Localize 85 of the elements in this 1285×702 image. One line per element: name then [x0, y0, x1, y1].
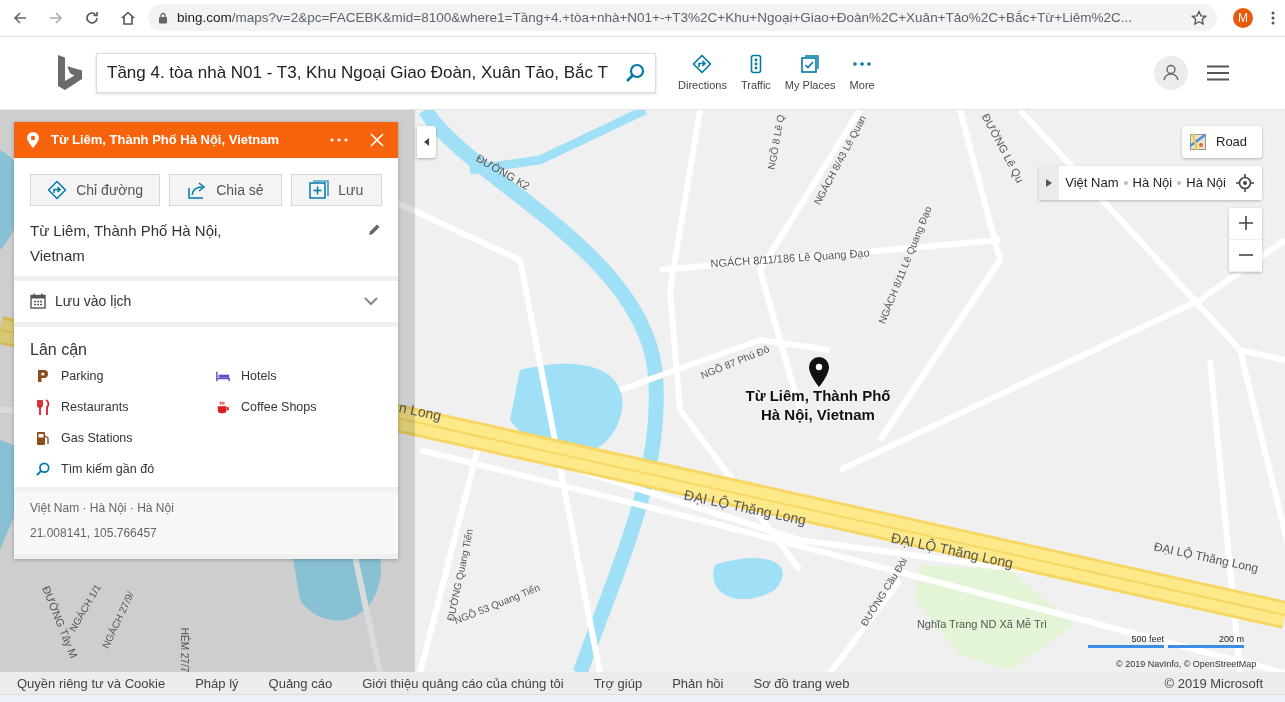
breadcrumb-link[interactable]: Việt Nam: [1065, 175, 1119, 191]
nearby-link[interactable]: Tìm kiếm gần đó: [36, 460, 216, 477]
plus-icon: [1238, 216, 1253, 231]
caret-icon: [1046, 178, 1053, 187]
panel-title: Từ Liêm, Thành Phố Hà Nội, Vietnam: [51, 132, 281, 148]
map-icon: [1190, 133, 1206, 150]
footer-link[interactable]: Sơ đồ trang web: [753, 675, 850, 691]
nearby-link[interactable]: Hotels: [216, 367, 396, 384]
directions-icon: [692, 54, 713, 75]
footer-link[interactable]: Trợ giúp: [593, 675, 643, 691]
location-pin-icon[interactable]: [807, 355, 831, 388]
more-icon[interactable]: [330, 137, 348, 142]
action-button[interactable]: Lưu: [290, 173, 382, 206]
expand-button[interactable]: [1039, 165, 1060, 200]
map-label: NGÁCH 8/11/186 Lê Quang Đạo: [710, 246, 870, 270]
nearby-link[interactable]: Parking: [36, 367, 216, 384]
address-text: Từ Liêm, Thành Phố Hà Nội, Vietnam: [30, 220, 223, 266]
calendar-row[interactable]: Lưu vào lịch: [14, 280, 398, 322]
breadcrumb-link[interactable]: Hà Nội: [1132, 175, 1173, 191]
nav-link[interactable]: My Places: [784, 54, 836, 92]
footer-link[interactable]: Phản hồi: [672, 675, 724, 691]
collapse-panel-button[interactable]: [417, 125, 436, 158]
map-attribution: © 2019 NavInfo, © OpenStreetMap: [1116, 658, 1257, 669]
locate-icon[interactable]: [1236, 173, 1254, 192]
copyright-text: © 2019 Microsoft: [1164, 675, 1263, 691]
account-icon[interactable]: [1154, 55, 1188, 90]
map-label: NGÕ 87 Phú Đô: [699, 343, 771, 381]
more-icon: [852, 62, 873, 67]
reload-icon[interactable]: [84, 9, 100, 26]
url-text: bing.com/maps?v=2&pc=FACEBK&mid=8100&where1=Tầng+4.+tòa+nhà+N01+-+T3%2C+Khu+Ngoại+Giao+Đoàn%2C+Xuân+Tảo%2C+Bắc+Từ+Liêm%2C...: [177, 10, 1134, 26]
section-heading: Lân cận: [30, 340, 87, 359]
menu-icon[interactable]: [1207, 64, 1229, 81]
profile-avatar[interactable]: M: [1233, 7, 1253, 28]
location-breadcrumb: Việt Nam · Hà Nội · Hà Nội: [30, 500, 174, 515]
footer-link[interactable]: Quyền riêng tư và Cookie: [17, 675, 166, 691]
share-icon: [187, 179, 208, 200]
nav-link[interactable]: Traffic: [740, 54, 771, 92]
add-icon: [309, 179, 330, 200]
action-button[interactable]: Chỉ đường: [30, 173, 161, 206]
map-label: NGÕ 8 Lê Q: [765, 113, 787, 171]
search-field[interactable]: Tầng 4. tòa nhà N01 - T3, Khu Ngoại Giao Đoàn, Xuân Tảo, Bắc T: [96, 52, 656, 93]
home-icon[interactable]: [120, 9, 136, 26]
breadcrumb-link[interactable]: Hà Nội: [1186, 175, 1226, 191]
footer-link[interactable]: Pháp lý: [195, 675, 239, 691]
scale-bar: 500 feet: [1088, 634, 1164, 648]
nearby-link[interactable]: Coffee Shops: [216, 398, 396, 415]
checkbox-icon: [800, 54, 821, 75]
scale-bar: 200 m: [1168, 634, 1244, 648]
nav-link[interactable]: More: [849, 54, 875, 92]
pin-label: Từ Liêm, Thành Phố Hà Nội, Vietnam: [744, 385, 892, 425]
zoom-in-button[interactable]: [1229, 207, 1262, 240]
footer-link[interactable]: Quảng cáo: [268, 675, 333, 691]
nav-link[interactable]: Directions: [678, 54, 727, 92]
map-label: ĐẠI LỘ Thăng Long: [1152, 540, 1260, 576]
calendar-label: Lưu vào lịch: [55, 293, 132, 310]
footer-link[interactable]: Giới thiệu quảng cáo của chúng tôi: [362, 675, 564, 691]
minus-icon: [1238, 254, 1253, 257]
zoom-out-button[interactable]: [1229, 239, 1262, 272]
action-button[interactable]: Chia sẻ: [169, 173, 282, 206]
map-style-button[interactable]: Road: [1182, 125, 1262, 158]
star-icon[interactable]: [1191, 9, 1207, 26]
fuel-pump-icon: [36, 429, 50, 446]
nearby-link[interactable]: Gas Stations: [36, 429, 216, 446]
location-pin-icon: [27, 131, 39, 148]
menu-icon[interactable]: [1271, 9, 1275, 26]
edit-icon[interactable]: [368, 223, 380, 236]
map-label: HẺM 27/7: [178, 627, 190, 673]
close-icon[interactable]: [370, 132, 384, 147]
directions-icon: [47, 179, 68, 200]
map-label: ĐẠI LỘ Thăng Long: [682, 487, 808, 529]
address-bar[interactable]: bing.com/maps?v=2&pc=FACEBK&mid=8100&where1=Tầng+4.+tòa+nhà+N01+-+T3%2C+Khu+Ngoại+Giao+Đoàn%2C+Xuân+Tảo%2C+Bắc+Từ+Liêm%2C...: [148, 4, 1217, 32]
lock-icon: [158, 11, 168, 24]
fork-knife-icon: [36, 398, 50, 415]
caret-icon: [423, 137, 430, 146]
nearby-link[interactable]: Restaurants: [36, 398, 216, 415]
calendar-icon: [30, 293, 46, 310]
parking-icon: [36, 367, 50, 384]
map-label: Nghĩa Trang ND Xã Mễ Trì: [915, 617, 1049, 630]
back-icon[interactable]: [12, 9, 28, 26]
logo-icon[interactable]: [57, 54, 83, 91]
coordinates-text: 21.008141, 105.766457: [30, 525, 157, 540]
search-icon[interactable]: [625, 62, 645, 83]
map-label: n Long: [397, 399, 443, 424]
search-icon: [36, 460, 50, 477]
chevron-icon[interactable]: [364, 296, 378, 306]
